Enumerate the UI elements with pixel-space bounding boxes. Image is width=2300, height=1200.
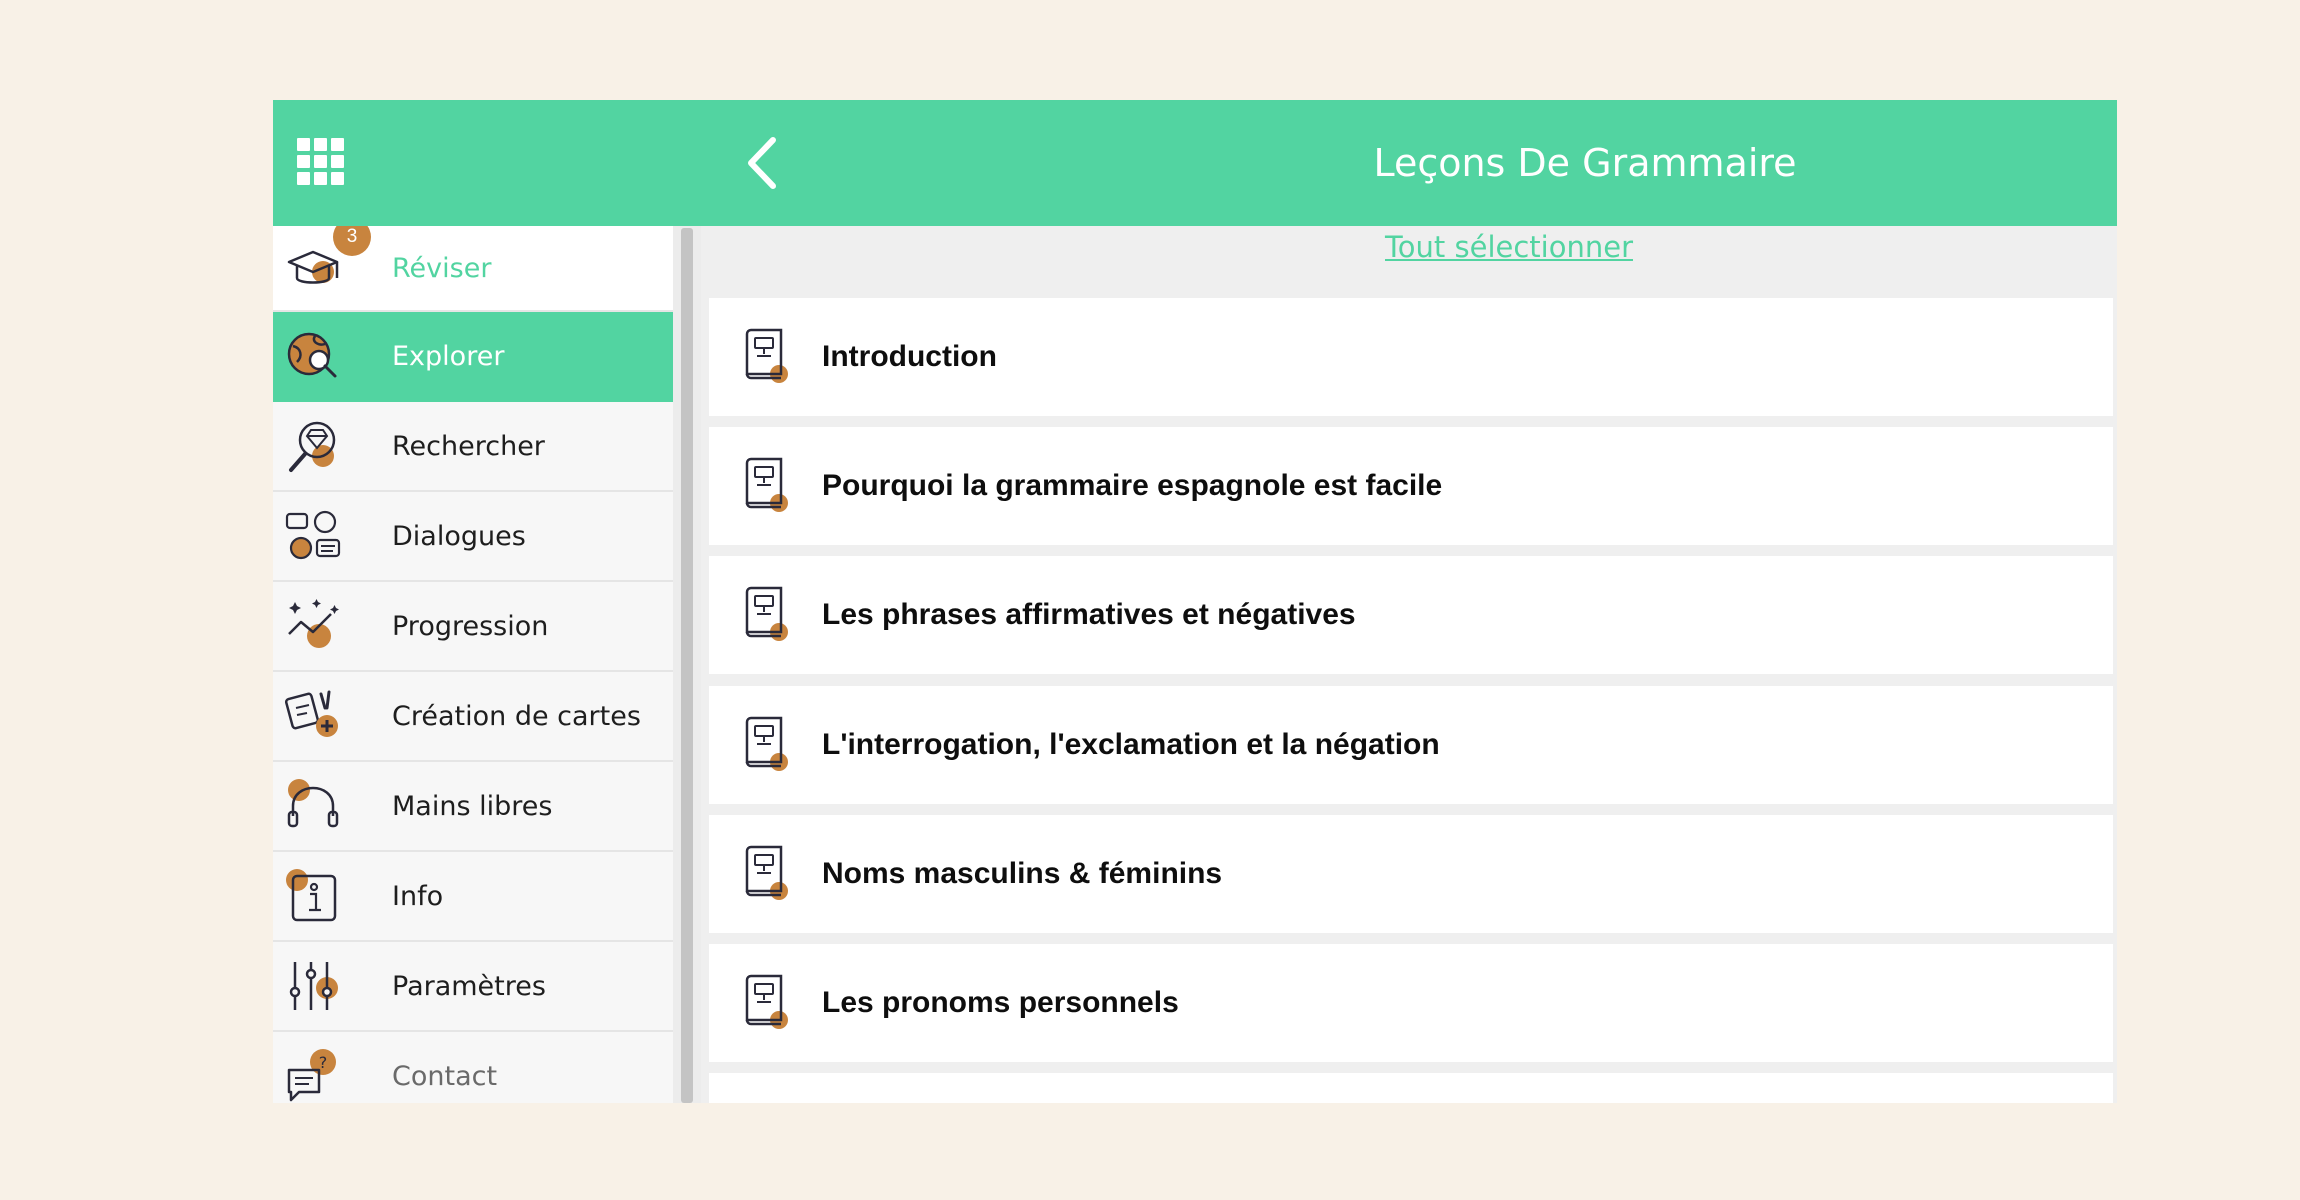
chat-question-icon: ? [287, 1049, 336, 1102]
page-title: Leçons De Grammaire [1373, 141, 1797, 185]
sidebar-item-explorer[interactable]: Explorer [273, 312, 673, 402]
select-all-label[interactable]: Tout sélectionner [1385, 230, 1633, 270]
svg-text:?: ? [319, 1053, 328, 1072]
sidebar-item-info[interactable]: Info [273, 852, 673, 942]
book-icon [745, 586, 788, 641]
sidebar-item-parametres[interactable]: Paramètres [273, 942, 673, 1032]
sidebar-item-label: Création de cartes [392, 700, 641, 732]
lesson-title: L'interrogation, l'exclamation et la nég… [822, 728, 1440, 761]
headphones-icon [287, 779, 339, 828]
sidebar-item-label: Paramètres [392, 970, 546, 1002]
lesson-title: Introduction [822, 340, 997, 373]
lesson-title: Pourquoi la grammaire espagnole est faci… [822, 469, 1443, 502]
book-icon [745, 328, 788, 383]
sliders-icon [289, 962, 338, 1010]
book-icon [745, 974, 788, 1029]
sidebar-item-label: Info [392, 880, 444, 912]
card-create-icon [285, 690, 338, 737]
sidebar-item-dialogues[interactable]: Dialogues [273, 492, 673, 582]
sidebar-item-label: Explorer [392, 340, 505, 372]
top-bar: Leçons De Grammaire [273, 100, 2117, 226]
sidebar-item-label: Réviser [392, 252, 492, 284]
book-icon [745, 457, 788, 512]
sidebar-item-creation-cartes[interactable]: Création de cartes [273, 672, 673, 762]
sidebar-scrollbar[interactable] [673, 226, 701, 1103]
lesson-title: Les phrases affirmatives et négatives [822, 598, 1356, 631]
sidebar-item-label: Progression [392, 610, 549, 642]
sidebar-item-rechercher[interactable]: Rechercher [273, 402, 673, 492]
lesson-item[interactable]: Noms masculins & féminins [709, 815, 2113, 933]
lesson-panel: Tout sélectionner Introduction Pourquoi … [701, 226, 2117, 1103]
sidebar-item-reviser[interactable]: 3 Réviser [273, 226, 673, 312]
sidebar-item-mains-libres[interactable]: Mains libres [273, 762, 673, 852]
sidebar-item-progression[interactable]: Progression [273, 582, 673, 672]
lesson-item[interactable]: L'interrogation, l'exclamation et la nég… [709, 686, 2113, 804]
sidebar-item-label: Contact [392, 1060, 498, 1092]
scrollbar-thumb[interactable] [681, 228, 693, 1103]
progress-chart-icon [288, 599, 339, 648]
sidebar-item-contact[interactable]: ? Contact [273, 1032, 673, 1103]
diamond-magnifier-icon [289, 421, 336, 472]
lesson-item[interactable]: Introduction [709, 298, 2113, 416]
sidebar-item-label: Dialogues [392, 520, 526, 552]
lesson-item-partial[interactable] [709, 1073, 2113, 1103]
lesson-item[interactable]: Les pronoms personnels [709, 944, 2113, 1062]
book-icon [745, 845, 788, 900]
globe-search-icon [287, 332, 337, 378]
sidebar-item-label: Rechercher [392, 430, 545, 462]
app-window: Leçons De Grammaire 3 Réviser Explorer R… [273, 100, 2117, 1103]
book-icon [745, 716, 788, 771]
lesson-title: Noms masculins & féminins [822, 857, 1223, 890]
chevron-left-icon[interactable] [743, 136, 785, 190]
lesson-title: Les pronoms personnels [822, 986, 1179, 1019]
sidebar-item-label: Mains libres [392, 790, 553, 822]
lesson-item[interactable]: Les phrases affirmatives et négatives [709, 556, 2113, 674]
select-all-link[interactable]: Tout sélectionner [701, 230, 2117, 270]
grid-menu-icon[interactable] [297, 138, 345, 186]
info-icon [286, 869, 337, 922]
sidebar: 3 Réviser Explorer Rechercher Dialogues … [273, 226, 673, 1103]
lesson-item[interactable]: Pourquoi la grammaire espagnole est faci… [709, 427, 2113, 545]
graduation-cap-icon [287, 250, 339, 284]
dialogue-faces-icon [285, 510, 341, 560]
